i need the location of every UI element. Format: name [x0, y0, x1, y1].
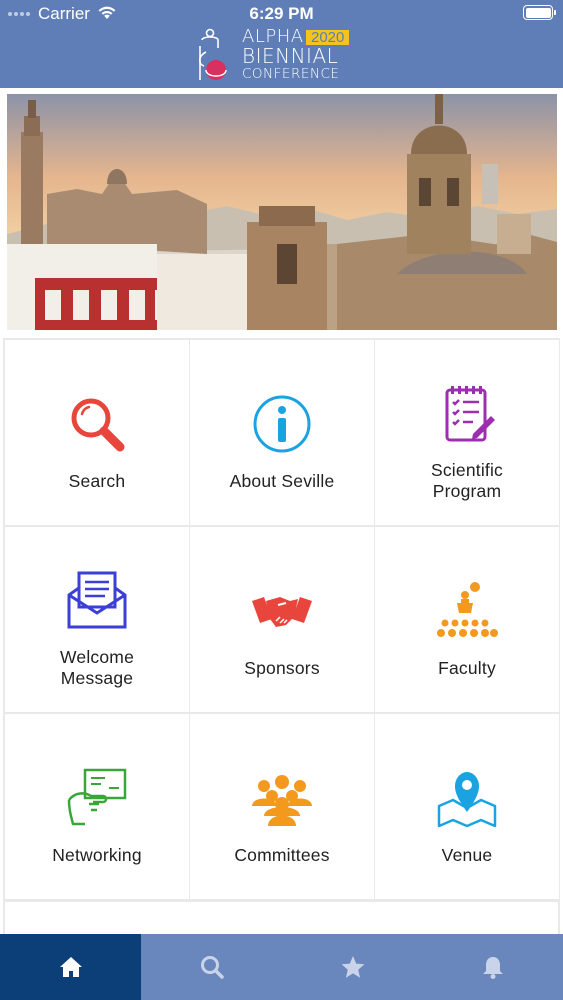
city-banner-image	[7, 94, 557, 330]
menu-label-search: Search	[68, 471, 126, 491]
menu-label-faculty: Faculty	[438, 658, 496, 678]
menu-label-line2: Message	[60, 668, 134, 688]
logo-year-badge: 2020	[306, 30, 350, 45]
menu-tile-networking[interactable]: Networking	[5, 714, 189, 899]
tab-notifications[interactable]	[422, 934, 563, 1000]
menu-tile-venue[interactable]: Venue	[375, 714, 559, 899]
menu-label-sponsors: Sponsors	[244, 658, 320, 678]
menu-label-venue: Venue	[441, 845, 493, 865]
status-bar: Carrier 6:29 PM	[0, 0, 563, 28]
menu-label-line2: Program	[432, 481, 502, 501]
menu-label-line1: Welcome	[59, 647, 134, 667]
speaker-audience-icon	[437, 582, 498, 637]
menu-label-networking: Networking	[52, 845, 142, 865]
menu-tile-faculty[interactable]: Faculty	[375, 527, 559, 712]
handshake-icon	[252, 597, 312, 627]
menu-tile-sponsors[interactable]: Sponsors	[190, 527, 374, 712]
menu-grid: Search About Seville Scientific Program	[3, 338, 560, 942]
menu-label-about-seville: About Seville	[229, 471, 335, 491]
bottom-tab-bar	[0, 934, 563, 1000]
menu-label-welcome-message: Welcome Message	[5, 647, 189, 689]
menu-label-line1: Scientific	[430, 460, 504, 480]
logo-conference-text: CONFERENCE	[242, 66, 340, 82]
logo-mark-icon	[198, 28, 227, 80]
info-icon	[253, 395, 311, 453]
search-icon	[200, 956, 224, 979]
conference-logo: ALPHA 2020 BIENNIAL CONFERENCE	[196, 26, 371, 84]
menu-label-committees: Committees	[234, 845, 330, 865]
menu-tile-committees[interactable]: Committees	[190, 714, 374, 899]
magnifier-icon	[71, 398, 125, 452]
seville-skyline-illustration	[7, 94, 557, 330]
group-icon	[252, 775, 312, 826]
logo-biennial-text: BIENNIAL	[242, 44, 339, 68]
business-card-icon	[67, 768, 127, 826]
tab-search[interactable]	[141, 934, 282, 1000]
home-icon	[59, 957, 82, 977]
star-icon	[341, 956, 364, 978]
status-time: 6:29 PM	[249, 4, 314, 23]
tab-home[interactable]	[0, 934, 141, 1000]
menu-label-scientific-program: Scientific Program	[375, 460, 559, 502]
menu-tile-about-seville[interactable]: About Seville	[190, 340, 374, 525]
bell-icon	[482, 957, 503, 979]
menu-tile-scientific-program[interactable]: Scientific Program	[375, 340, 559, 525]
menu-tile-welcome-message[interactable]: Welcome Message	[5, 527, 189, 712]
notepad-icon	[445, 386, 495, 442]
app-header: Carrier 6:29 PM ALPHA 2020 BIENNIAL CONF…	[0, 0, 563, 88]
menu-tile-search[interactable]: Search	[5, 340, 189, 525]
tab-favorites[interactable]	[282, 934, 423, 1000]
battery-icon	[523, 5, 556, 20]
map-pin-icon	[437, 772, 497, 828]
envelope-icon	[67, 571, 127, 629]
